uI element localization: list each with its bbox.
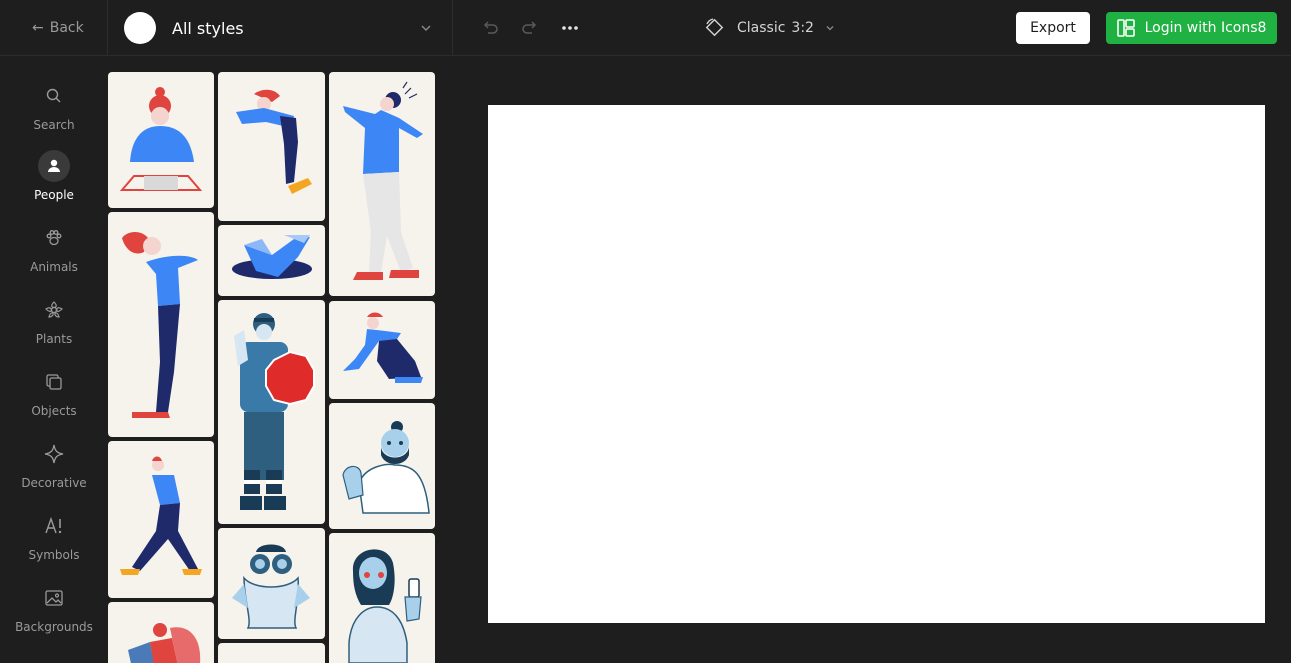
sidebar-item-animals[interactable]: Animals xyxy=(0,222,108,286)
search-icon xyxy=(38,80,70,112)
more-dots-icon xyxy=(562,26,578,30)
icons8-logo-icon xyxy=(1116,19,1135,37)
back-label: Back xyxy=(49,20,84,36)
illustration-card[interactable] xyxy=(108,72,214,208)
traffic-officer-with-stop-sign-illustration xyxy=(234,313,315,510)
sidebar-item-decorative[interactable]: Decorative xyxy=(0,438,108,502)
redo-icon xyxy=(522,21,537,34)
objects-icon xyxy=(38,366,70,398)
illustration-card[interactable] xyxy=(218,528,325,639)
style-selector[interactable]: All styles xyxy=(108,0,453,56)
stressed-person-standing-illustration xyxy=(343,81,423,280)
illustration-card[interactable] xyxy=(329,301,435,399)
export-button[interactable]: Export xyxy=(1016,12,1090,44)
sidebar-item-label: Backgrounds xyxy=(15,620,93,634)
sidebar-item-people[interactable]: People xyxy=(0,150,108,214)
bearded-man-illustration xyxy=(342,421,430,514)
chevron-down-icon xyxy=(421,25,431,31)
woman-with-phone-illustration xyxy=(348,549,422,663)
illustration-card[interactable] xyxy=(108,441,214,598)
illustration-card[interactable] xyxy=(218,643,325,663)
illustration-card[interactable] xyxy=(218,300,325,524)
redo-button[interactable] xyxy=(516,14,544,42)
illustration-card[interactable] xyxy=(329,403,435,529)
login-button[interactable]: Login with Icons8 xyxy=(1106,12,1277,44)
rotate-icon xyxy=(705,18,724,37)
illustration-gallery xyxy=(108,56,453,663)
illustration-card[interactable] xyxy=(108,602,214,663)
undo-icon xyxy=(483,21,498,34)
person-icon xyxy=(38,150,70,182)
walking-person-illustration xyxy=(120,456,202,575)
canvas-area xyxy=(453,56,1291,663)
sidebar-item-label: Search xyxy=(33,118,75,132)
sidebar-item-label: Animals xyxy=(30,260,78,274)
format-ratio: 3:2 xyxy=(791,20,814,36)
sitting-person-illustration xyxy=(343,312,423,383)
falling-into-hole-illustration xyxy=(232,235,312,279)
partial-illustration xyxy=(218,643,325,663)
symbols-icon xyxy=(38,510,70,542)
arrow-left-icon: ← xyxy=(32,20,44,36)
illustration-card[interactable] xyxy=(329,72,435,296)
top-bar: ← Back All styles Classic 3:2 Export Log… xyxy=(0,0,1291,56)
illustration-card[interactable] xyxy=(218,225,325,296)
paw-icon xyxy=(38,222,70,254)
sparkle-icon xyxy=(38,438,70,470)
sidebar-item-search[interactable]: Search xyxy=(0,80,108,144)
image-icon xyxy=(38,582,70,614)
sidebar-item-backgrounds[interactable]: Backgrounds xyxy=(0,582,108,646)
illustration-card[interactable] xyxy=(329,533,435,663)
login-label: Login with Icons8 xyxy=(1144,20,1267,36)
person-with-backpack-illustration xyxy=(128,623,201,663)
undo-button[interactable] xyxy=(476,14,504,42)
format-selector[interactable]: Classic 3:2 xyxy=(703,14,836,42)
illustration-card[interactable] xyxy=(108,212,214,437)
chevron-down-icon xyxy=(826,26,834,31)
sidebar-item-label: Plants xyxy=(35,332,73,346)
artboard-canvas[interactable] xyxy=(488,105,1265,623)
more-options-button[interactable] xyxy=(556,14,584,42)
sidebar-item-label: People xyxy=(34,188,74,202)
person-with-headphones-illustration xyxy=(122,232,198,418)
flower-icon xyxy=(38,294,70,326)
format-label: Classic xyxy=(737,20,786,36)
sidebar-item-label: Symbols xyxy=(28,548,80,562)
back-button[interactable]: ← Back xyxy=(0,0,108,56)
person-with-binoculars-illustration xyxy=(232,544,310,629)
sidebar-item-symbols[interactable]: Symbols xyxy=(0,510,108,574)
sidebar-item-label: Objects xyxy=(31,404,77,418)
export-label: Export xyxy=(1030,20,1076,36)
toolbar xyxy=(476,14,584,42)
sidebar-item-label: Decorative xyxy=(21,476,87,490)
style-swatch xyxy=(124,12,156,44)
leaning-person-illustration xyxy=(236,89,312,194)
person-at-laptop-illustration xyxy=(119,87,203,191)
style-selector-label: All styles xyxy=(172,18,244,38)
category-sidebar: Search People Animals Plants Objects Dec… xyxy=(0,56,108,663)
sidebar-item-plants[interactable]: Plants xyxy=(0,294,108,358)
illustration-card[interactable] xyxy=(218,72,325,221)
sidebar-item-objects[interactable]: Objects xyxy=(0,366,108,430)
